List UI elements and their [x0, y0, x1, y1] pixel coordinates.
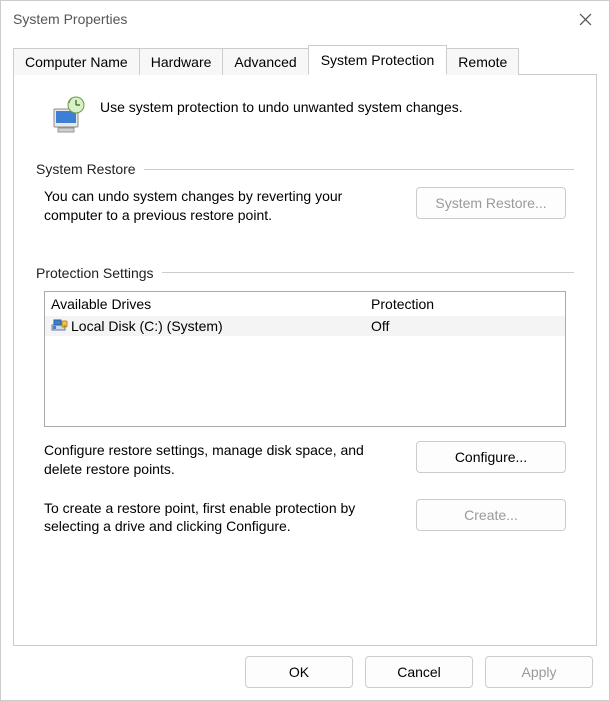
ok-button[interactable]: OK — [245, 656, 353, 688]
group-title-protection-settings: Protection Settings — [36, 265, 154, 281]
titlebar: System Properties — [1, 1, 609, 37]
system-restore-desc: You can undo system changes by reverting… — [44, 187, 398, 225]
drive-list-header: Available Drives Protection — [45, 292, 565, 316]
create-desc: To create a restore point, first enable … — [44, 499, 398, 537]
drive-protection: Off — [371, 318, 559, 334]
divider — [144, 169, 574, 170]
drive-name: Local Disk (C:) (System) — [71, 318, 371, 334]
tab-advanced[interactable]: Advanced — [222, 48, 308, 75]
tab-computer-name[interactable]: Computer Name — [13, 48, 140, 75]
close-button[interactable] — [565, 4, 605, 34]
system-properties-window: System Properties Computer Name Hardware… — [0, 0, 610, 701]
tab-panel-system-protection: Use system protection to undo unwanted s… — [13, 74, 597, 646]
tab-hardware[interactable]: Hardware — [139, 48, 224, 75]
intro-text: Use system protection to undo unwanted s… — [100, 91, 463, 117]
drive-list[interactable]: Available Drives Protection — [44, 291, 566, 427]
system-protection-icon — [48, 95, 88, 135]
col-header-drives: Available Drives — [51, 296, 371, 312]
configure-button[interactable]: Configure... — [416, 441, 566, 473]
intro-row: Use system protection to undo unwanted s… — [36, 91, 574, 135]
group-title-system-restore: System Restore — [36, 161, 136, 177]
tab-area: Computer Name Hardware Advanced System P… — [1, 37, 609, 646]
dialog-button-row: OK Cancel Apply — [1, 646, 609, 700]
create-button: Create... — [416, 499, 566, 531]
drive-row[interactable]: Local Disk (C:) (System) Off — [45, 316, 565, 336]
group-protection-settings: Protection Settings Available Drives Pro… — [36, 265, 574, 537]
cancel-button[interactable]: Cancel — [365, 656, 473, 688]
group-header-system-restore: System Restore — [36, 161, 574, 177]
configure-desc: Configure restore settings, manage disk … — [44, 441, 398, 479]
tab-system-protection[interactable]: System Protection — [308, 45, 448, 75]
system-restore-button: System Restore... — [416, 187, 566, 219]
tab-remote[interactable]: Remote — [446, 48, 519, 75]
group-system-restore: System Restore You can undo system chang… — [36, 161, 574, 225]
apply-button: Apply — [485, 656, 593, 688]
col-header-protection: Protection — [371, 296, 559, 312]
tab-strip: Computer Name Hardware Advanced System P… — [13, 45, 597, 74]
group-header-protection-settings: Protection Settings — [36, 265, 574, 281]
window-title: System Properties — [13, 11, 565, 27]
close-icon — [579, 13, 592, 26]
divider — [162, 272, 574, 273]
system-drive-icon — [51, 318, 69, 334]
